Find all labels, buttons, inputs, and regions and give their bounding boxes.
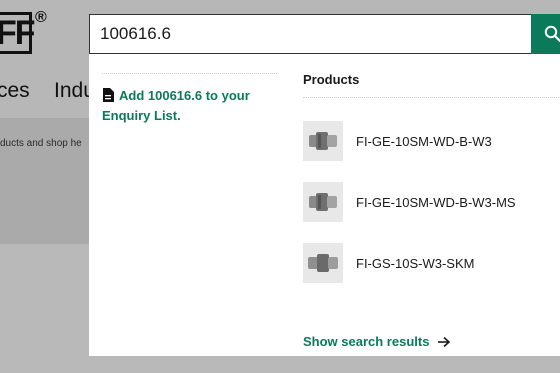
hero-subtext: ducts and shop he xyxy=(0,138,82,149)
search-suggestions-panel: Add 100616.6 to your Enquiry List. Produ… xyxy=(89,54,560,356)
fitting-icon xyxy=(309,193,337,211)
arrow-right-icon xyxy=(438,336,451,347)
show-search-results-link[interactable]: Show search results xyxy=(303,334,451,349)
document-icon xyxy=(103,88,114,102)
product-name: FI-GE-10SM-WD-B-W3 xyxy=(356,133,492,149)
product-thumbnail xyxy=(303,121,343,161)
product-item[interactable]: FI-GE-10SM-WD-B-W3-MS xyxy=(303,181,560,223)
product-item[interactable]: FI-GE-10SM-WD-B-W3 xyxy=(303,120,560,162)
add-to-enquiry-link[interactable]: Add 100616.6 to your Enquiry List. xyxy=(102,86,277,126)
nav-item-services[interactable]: ces xyxy=(0,79,30,103)
enquiry-section: Add 100616.6 to your Enquiry List. xyxy=(102,73,277,126)
products-heading: Products xyxy=(303,72,560,98)
site-logo: FF xyxy=(0,14,36,52)
show-search-results-label: Show search results xyxy=(303,334,430,349)
product-name: FI-GS-10S-W3-SKM xyxy=(356,255,475,271)
search-input[interactable] xyxy=(100,23,520,45)
product-name: FI-GE-10SM-WD-B-W3-MS xyxy=(356,194,516,210)
fitting-icon xyxy=(309,132,337,150)
search-button[interactable] xyxy=(531,14,560,54)
add-to-enquiry-label: Add 100616.6 to your Enquiry List. xyxy=(102,88,250,123)
product-thumbnail xyxy=(303,182,343,222)
fitting-icon xyxy=(308,254,338,272)
registered-mark: ® xyxy=(35,9,47,26)
search-icon xyxy=(544,25,560,43)
product-thumbnail xyxy=(303,243,343,283)
product-item[interactable]: FI-GS-10S-W3-SKM xyxy=(303,242,560,284)
search-bar xyxy=(89,14,560,54)
products-section: Products FI-GE-10SM-WD-B-W3 FI-GE-10SM-W… xyxy=(303,72,560,349)
